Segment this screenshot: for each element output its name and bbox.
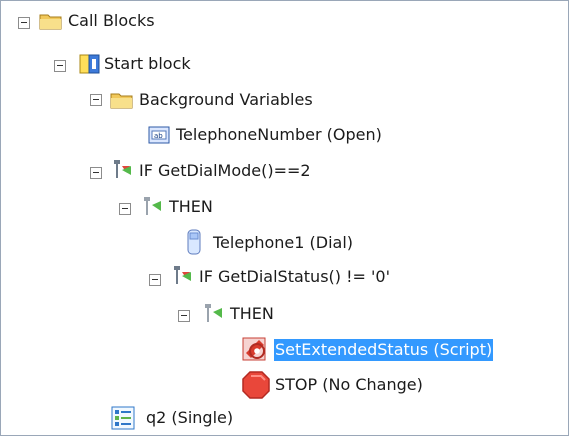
folder-icon: [39, 14, 62, 30]
start-block-icon: [79, 54, 100, 74]
tree-node-label: SetExtendedStatus (Script): [274, 339, 494, 361]
tree-node-label: THEN: [230, 304, 274, 323]
script-icon: [242, 337, 266, 361]
collapse-toggle-icon[interactable]: [119, 203, 131, 215]
stop-icon: [242, 371, 270, 399]
tree-node-label: Call Blocks: [68, 11, 155, 30]
then-branch-icon: [144, 197, 161, 215]
tree-node-label: q2 (Single): [146, 408, 234, 427]
telephone-icon: [187, 229, 201, 255]
if-condition-icon: [174, 266, 191, 284]
text-field-icon: ab: [148, 126, 170, 144]
if-condition-icon: [114, 160, 131, 178]
tree-node-label: TelephoneNumber (Open): [176, 125, 382, 144]
call-flow-tree[interactable]: Call Blocks Start block Background Varia…: [0, 0, 569, 436]
tree-node-label: Background Variables: [139, 90, 313, 109]
svg-text:ab: ab: [154, 132, 163, 140]
collapse-toggle-icon[interactable]: [54, 60, 66, 72]
collapse-toggle-icon[interactable]: [90, 167, 102, 179]
collapse-toggle-icon[interactable]: [178, 310, 190, 322]
tree-node-label: IF GetDialMode()==2: [139, 161, 311, 180]
collapse-toggle-icon[interactable]: [18, 17, 30, 29]
then-branch-icon: [205, 304, 222, 322]
collapse-toggle-icon[interactable]: [149, 274, 161, 286]
collapse-toggle-icon[interactable]: [90, 94, 102, 106]
tree-node-label: THEN: [169, 197, 213, 216]
tree-node-label: Telephone1 (Dial): [213, 233, 354, 252]
tree-node-label: Start block: [104, 54, 191, 73]
folder-icon: [110, 93, 133, 109]
list-question-icon: [111, 406, 135, 430]
tree-node-label: STOP (No Change): [275, 375, 423, 394]
tree-node-label: IF GetDialStatus() != '0': [199, 267, 390, 286]
